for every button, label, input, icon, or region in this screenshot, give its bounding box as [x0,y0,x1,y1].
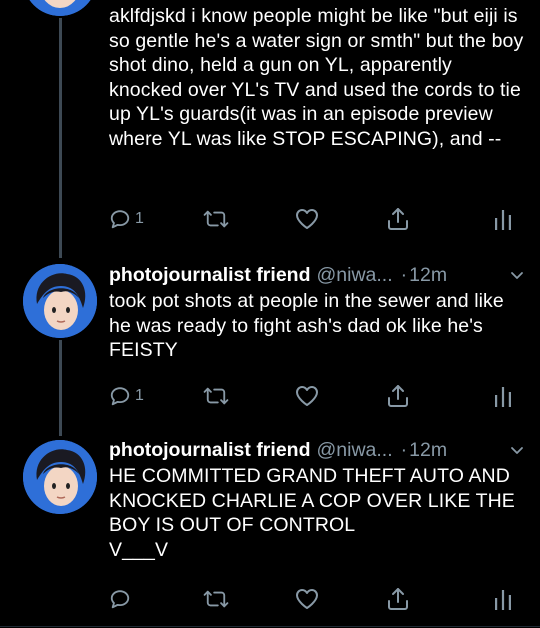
tweet-text: HE COMMITTED GRAND THEFT AUTO AND KNOCKE… [109,465,515,561]
share-icon [388,588,408,610]
tweet[interactable]: aklfdjskd i know people might be like "b… [109,4,526,152]
timestamp[interactable]: 12m [409,439,447,462]
divider [0,626,540,627]
tweet[interactable]: photojournalist friend @niwa... · 12m to… [109,262,526,363]
analytics-button[interactable] [494,588,512,610]
like-button[interactable] [295,588,319,610]
avatar[interactable] [23,264,97,338]
share-button[interactable] [387,587,409,611]
share-button[interactable] [387,207,409,231]
retweet-button[interactable] [203,385,229,407]
display-name[interactable]: photojournalist friend [109,264,310,287]
like-icon [296,386,318,406]
analytics-icon [495,210,511,230]
display-name[interactable]: photojournalist friend [109,439,310,462]
reply-icon [110,387,130,406]
tweet-actions: 1 [109,204,527,234]
timestamp[interactable]: 12m [409,264,447,287]
tweet-text: aklfdjskd i know people might be like "b… [109,5,529,150]
reply-count: 1 [135,387,144,404]
tweet-actions [109,584,527,614]
tweet-header: photojournalist friend @niwa... · 12m [109,437,526,463]
reply-button[interactable]: 1 [109,208,144,230]
reply-icon [110,590,130,609]
reply-count: 1 [135,210,144,227]
avatar[interactable] [23,0,97,16]
tweet-actions: 1 [109,381,527,411]
tweet[interactable]: photojournalist friend @niwa... · 12m HE… [109,437,526,562]
retweet-icon [203,590,229,608]
retweet-icon [203,387,229,405]
separator-dot: · [400,263,408,286]
handle[interactable]: @niwa... [316,264,392,287]
analytics-icon [495,387,511,407]
chevron-down-icon[interactable] [508,266,526,284]
share-icon [388,385,408,407]
thread-line [59,18,62,258]
reply-button[interactable] [109,588,135,610]
tweet-text: took pot shots at people in the sewer an… [109,290,510,362]
avatar[interactable] [23,440,97,514]
thread-line [59,340,62,436]
like-icon [296,209,318,229]
retweet-button[interactable] [203,208,229,230]
like-icon [296,589,318,609]
like-button[interactable] [295,385,319,407]
analytics-button[interactable] [494,385,512,407]
retweet-icon [203,210,229,228]
handle[interactable]: @niwa... [316,439,392,462]
retweet-button[interactable] [203,588,229,610]
tweet-header: photojournalist friend @niwa... · 12m [109,262,526,288]
separator-dot: · [400,438,408,461]
analytics-button[interactable] [494,208,512,230]
reply-button[interactable]: 1 [109,385,144,407]
analytics-icon [495,590,511,610]
chevron-down-icon[interactable] [508,441,526,459]
like-button[interactable] [295,208,319,230]
share-icon [388,208,408,230]
reply-icon [110,210,130,229]
share-button[interactable] [387,384,409,408]
